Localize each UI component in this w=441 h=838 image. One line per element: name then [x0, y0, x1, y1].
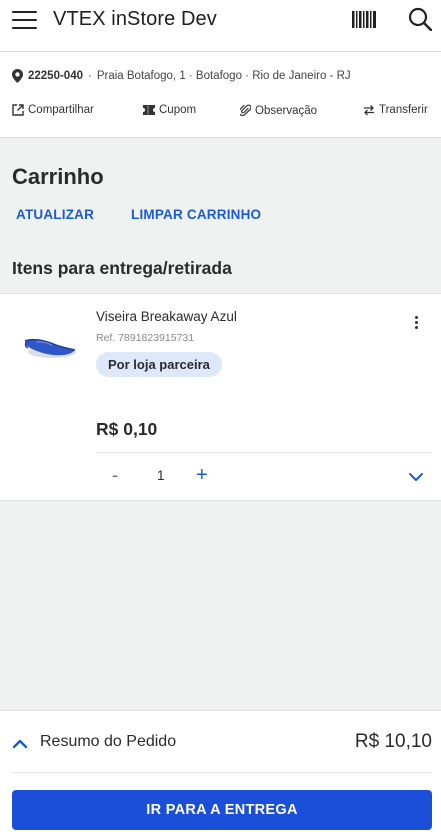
transfer-label: Transferir [379, 104, 428, 116]
chevron-down-icon[interactable] [408, 472, 424, 482]
coupon-button[interactable]: Cupom [143, 104, 196, 116]
barcode-scanner-icon[interactable] [352, 11, 376, 28]
share-button[interactable]: Compartilhar [12, 104, 94, 116]
update-cart-button[interactable]: ATUALIZAR [16, 207, 94, 222]
hamburger-menu-icon[interactable] [12, 11, 37, 29]
quantity-decrease-button[interactable]: - [112, 465, 118, 486]
cart-item: Viseira Breakaway Azul Ref. 789182391573… [0, 293, 441, 501]
item-divider [96, 452, 432, 453]
seller-badge: Por loja parceira [96, 352, 222, 377]
app-header: VTEX inStore Dev [0, 0, 441, 52]
address-bar: 22250-040 · Praia Botafogo, 1 · Botafogo… [0, 52, 441, 138]
note-button[interactable]: Observação [240, 104, 317, 117]
chevron-up-icon[interactable] [12, 739, 28, 749]
product-name[interactable]: Viseira Breakaway Azul [96, 309, 237, 324]
location-pin-icon [12, 69, 23, 83]
address-text: Praia Botafogo, 1 · Botafogo · Rio de Ja… [96, 70, 351, 82]
section-title: Itens para entrega/retirada [12, 258, 232, 278]
share-icon [12, 104, 24, 116]
quantity-increase-button[interactable]: + [196, 465, 208, 485]
address-separator: · [88, 70, 92, 82]
note-label: Observação [255, 104, 318, 117]
paperclip-icon [240, 104, 251, 117]
order-summary-footer: Resumo do Pedido R$ 10,10 IR PARA A ENTR… [0, 710, 441, 838]
transfer-button[interactable]: Transferir [363, 104, 428, 116]
product-ref: Ref. 7891823915731 [96, 332, 195, 344]
zip-code: 22250-040 [28, 70, 83, 82]
app-title: VTEX inStore Dev [53, 8, 217, 30]
delivery-address[interactable]: 22250-040 · Praia Botafogo, 1 · Botafogo… [12, 69, 351, 83]
order-summary-toggle[interactable]: Resumo do Pedido [40, 733, 176, 751]
order-total: R$ 10,10 [354, 731, 432, 752]
go-to-delivery-button[interactable]: IR PARA A ENTREGA [12, 790, 432, 830]
share-label: Compartilhar [28, 104, 94, 116]
coupon-icon [143, 105, 155, 115]
product-image[interactable] [22, 332, 77, 362]
search-icon[interactable] [408, 7, 432, 31]
item-price: R$ 0,10 [96, 419, 158, 439]
more-vertical-icon[interactable] [408, 314, 424, 330]
transfer-arrows-icon [364, 105, 374, 116]
footer-divider [12, 772, 432, 773]
cart-actions: Compartilhar Cupom Observação Transferir [12, 104, 441, 122]
page-title: Carrinho [12, 164, 104, 189]
coupon-label: Cupom [159, 104, 197, 116]
quantity-value[interactable]: 1 [157, 468, 165, 483]
clear-cart-button[interactable]: LIMPAR CARRINHO [131, 207, 261, 222]
